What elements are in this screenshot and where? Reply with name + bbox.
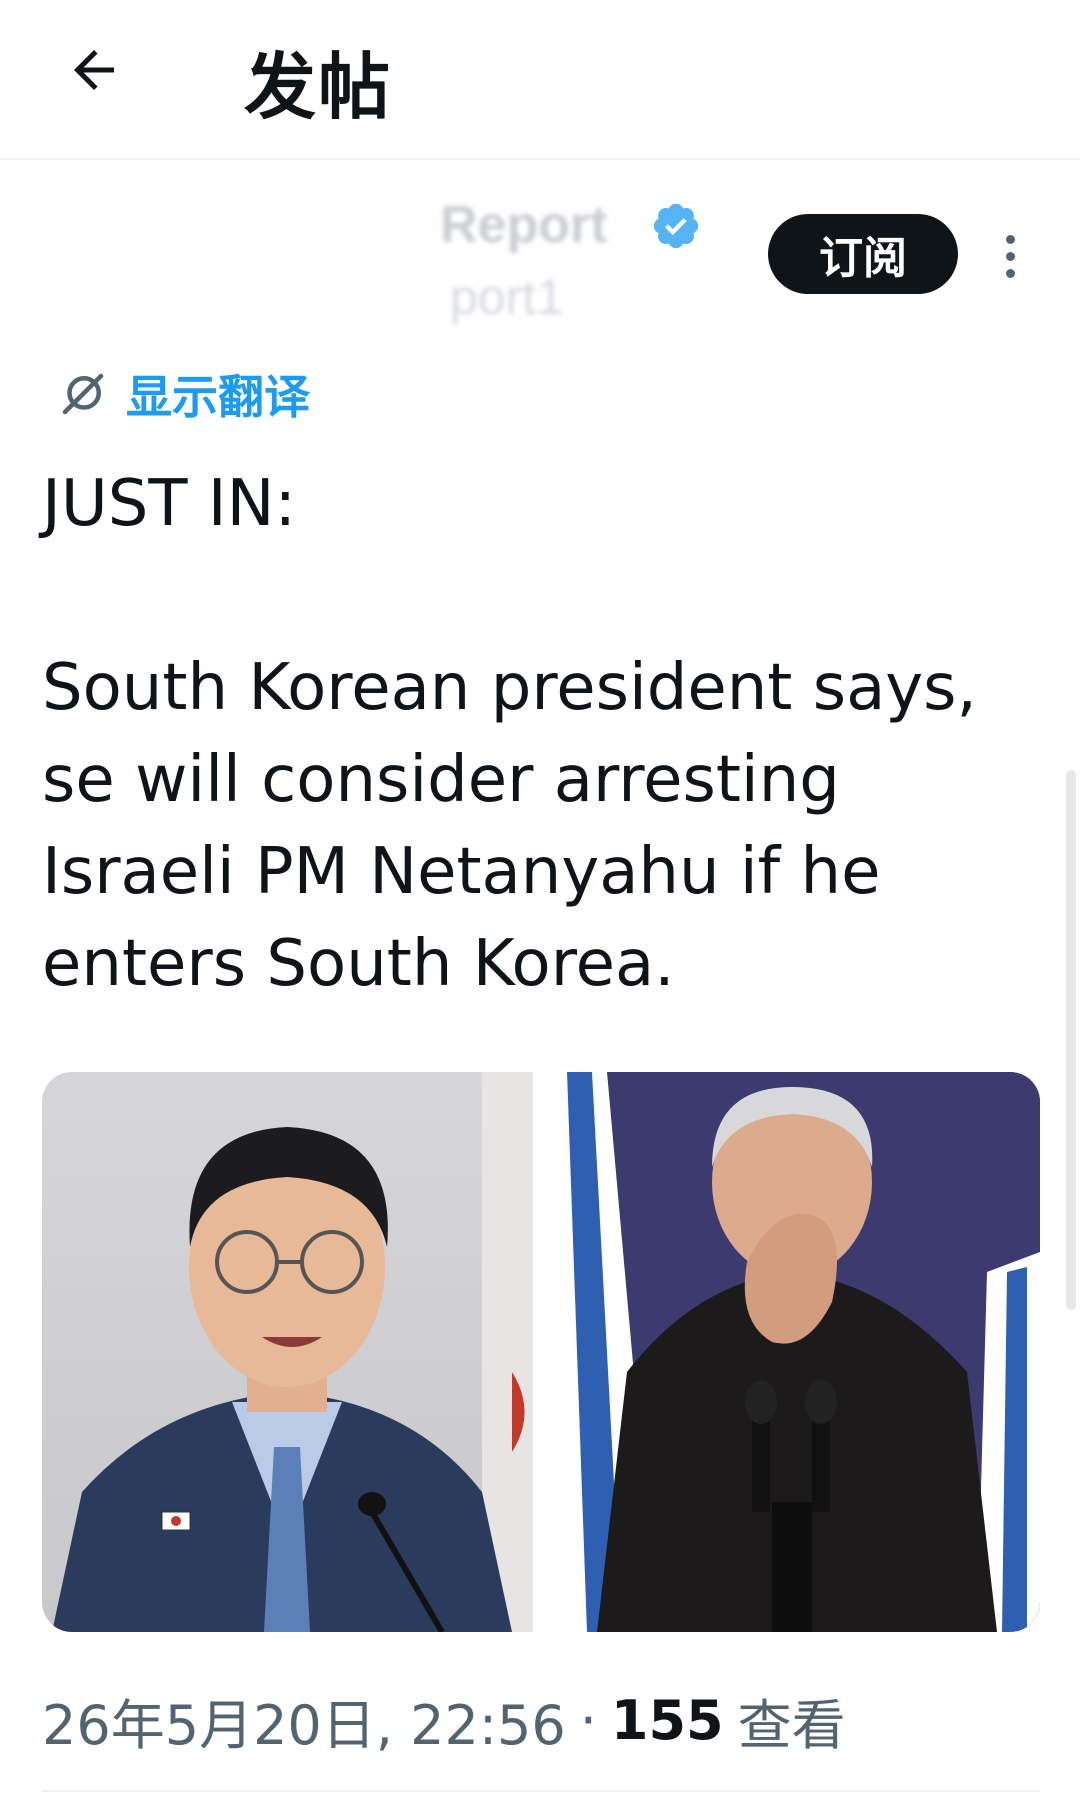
photo-south-korean-president[interactable] [42,1072,533,1632]
post-text: JUST IN: South Korean president says, se… [42,458,1032,1010]
subscribe-button[interactable]: 订阅 [768,214,958,294]
top-bar: 发帖 [0,0,1080,160]
back-button[interactable] [58,34,130,106]
author-name[interactable]: Report [50,190,608,260]
verified-badge-icon [653,203,699,249]
show-translation-link[interactable]: 显示翻译 [56,362,310,426]
post-media [42,1072,1040,1632]
post-text-body: South Korean president says, se will con… [42,651,977,1001]
more-options-button[interactable] [990,226,1030,286]
more-vertical-icon [1005,234,1015,244]
scrollbar[interactable] [1066,770,1076,1310]
meta-separator: · [579,1688,597,1752]
page-title: 发帖 [244,45,393,129]
views-count: 155 [610,1688,724,1752]
author-name-text: Report [440,196,608,254]
post-timestamp[interactable]: 26年5月20日, 22:56 [42,1681,566,1760]
arrow-left-icon [74,50,114,90]
views-label: 查看 [737,1693,846,1757]
show-translation-label: 显示翻译 [126,370,310,424]
author-info[interactable]: Report port1 [50,190,700,330]
photo-israeli-pm[interactable] [547,1072,1040,1632]
divider [42,1790,1040,1792]
author-handle: port1 [450,269,564,325]
translate-slash-icon [62,373,104,415]
post-meta: 26年5月20日, 22:56 · 155 查看 [42,1680,846,1760]
post-text-heading: JUST IN: [42,467,297,541]
